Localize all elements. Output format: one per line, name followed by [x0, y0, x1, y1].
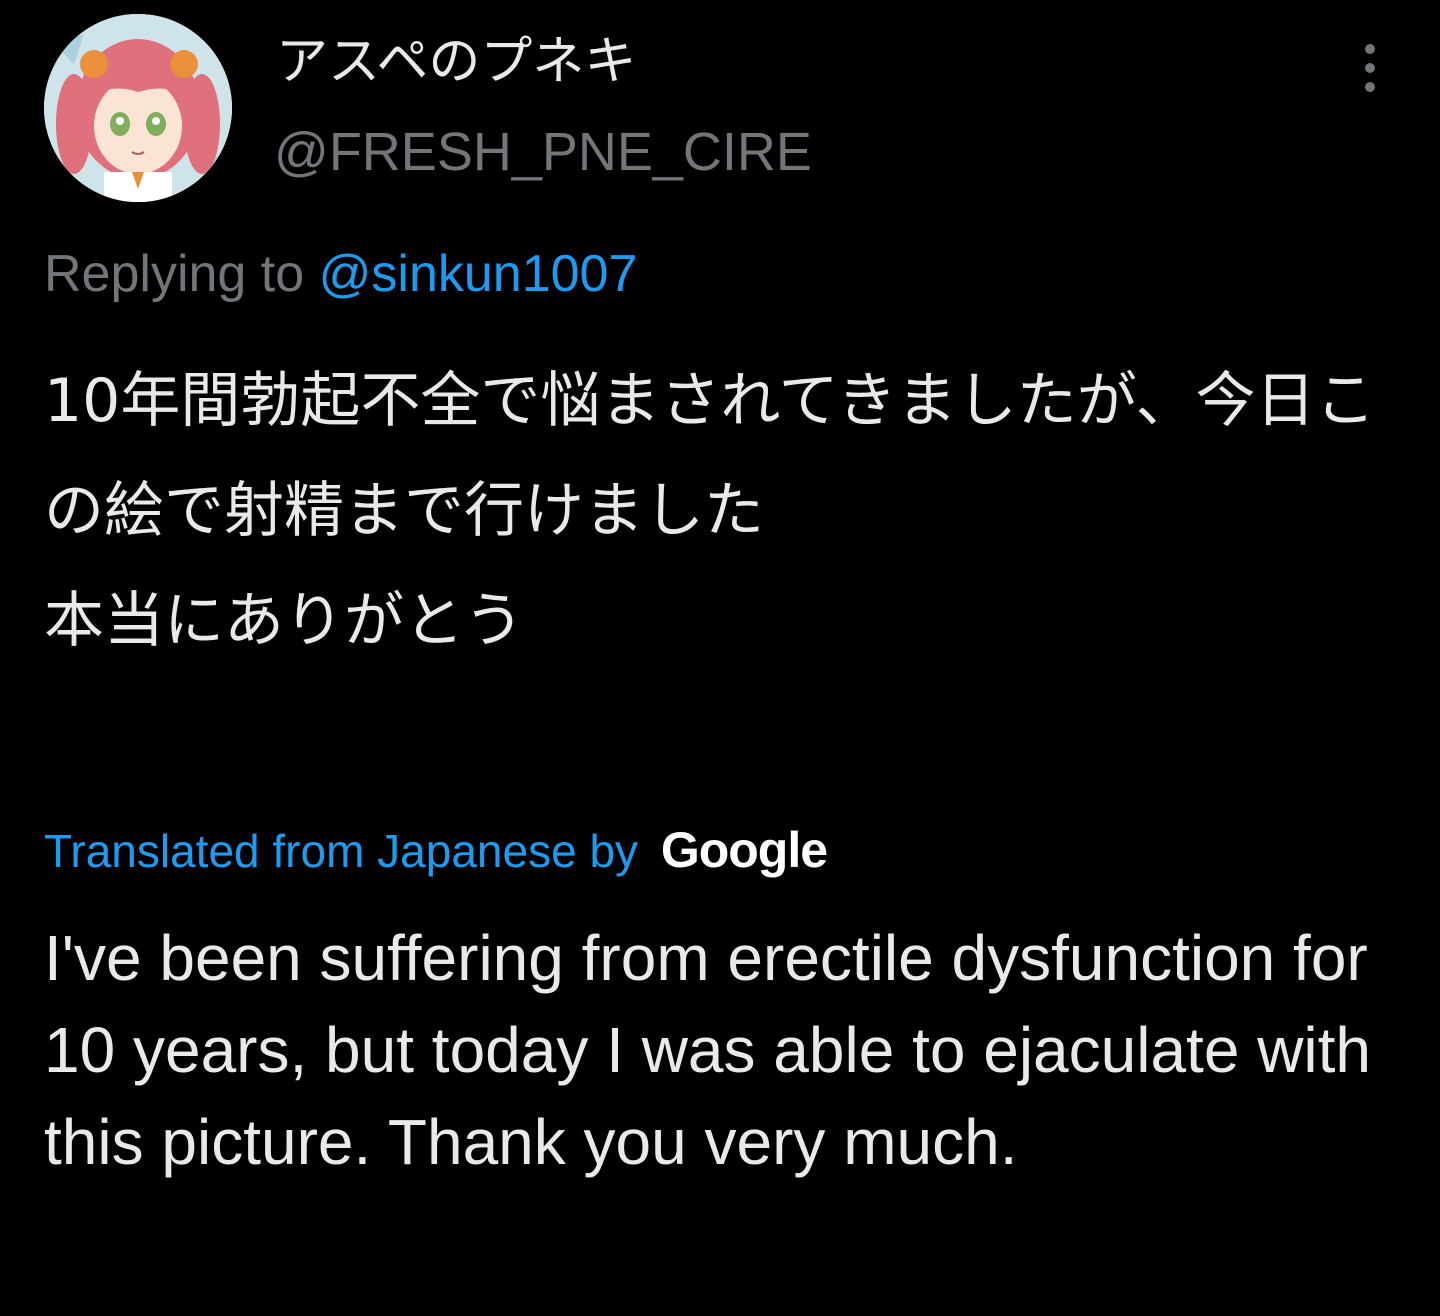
more-vertical-icon [1365, 44, 1375, 54]
avatar-anime-girl-icon [44, 14, 232, 202]
tweet-text: 10年間勃起不全で悩まされてきましたが、今日この絵で射精まで行けました 本当にあ… [44, 366, 1376, 656]
google-logo: Google [660, 822, 828, 878]
more-vertical-icon-dot [1365, 82, 1375, 92]
more-vertical-icon-dot [1365, 63, 1375, 73]
author-handle[interactable]: @FRESH_PNE_CIRE [274, 120, 812, 184]
author-display-name[interactable]: アスペのプネキ [276, 30, 636, 94]
translated-from-link[interactable]: Translated from Japanese by [44, 825, 638, 877]
replying-to-label: Replying to [44, 245, 305, 303]
author-avatar[interactable] [44, 14, 232, 202]
more-options-button[interactable] [1346, 36, 1394, 100]
replying-to: Replying to @sinkun1007 [44, 240, 637, 308]
translation-attribution: Translated from Japanese by Google [44, 818, 828, 883]
reply-mention-link[interactable]: @sinkun1007 [319, 245, 638, 303]
translated-text: I've been suffering from erectile dysfun… [44, 922, 1371, 1178]
tweet-card: アスペのプネキ @FRESH_PNE_CIRE Replying to @sin… [0, 0, 1440, 1316]
